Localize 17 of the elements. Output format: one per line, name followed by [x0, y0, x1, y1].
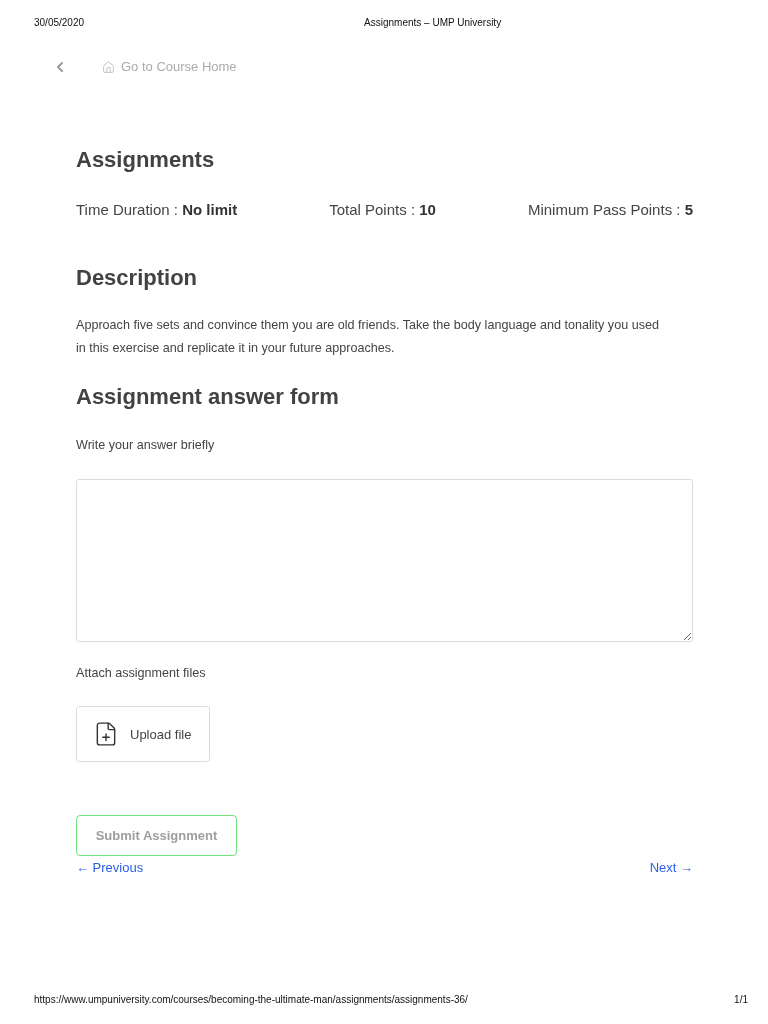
assignment-meta: Total Points : 10	[329, 200, 436, 220]
print-url: https://www.umpuniversity.com/courses/becoming-the-ultimate-man/assignments/assignments-36/	[34, 993, 468, 1007]
answer-form-heading: Assignment answer form	[76, 383, 339, 411]
next-link[interactable]: Next →	[649, 858, 693, 878]
assignment-meta: Time Duration : No limit	[76, 200, 238, 220]
answer-label: Write your answer briefly	[76, 437, 215, 454]
description-text: Approach five sets and convince them you are old friends. Take the body language and tonality you used in this exercise and replicate it in your future approaches.	[76, 317, 660, 357]
home-icon	[102, 60, 115, 74]
previous-link[interactable]: ← Previous	[76, 858, 144, 878]
assignment-title: Assignments	[76, 146, 215, 174]
upload-file-button[interactable]: Upload file	[76, 706, 210, 762]
print-date: 30/05/2020	[34, 16, 85, 30]
print-page-number: 1/1	[734, 993, 748, 1007]
print-page-title: Assignments – UMP University	[364, 16, 502, 30]
description-heading: Description	[76, 264, 198, 292]
attach-label: Attach assignment files	[76, 665, 206, 682]
assignment-meta: Minimum Pass Points : 5	[527, 200, 693, 220]
